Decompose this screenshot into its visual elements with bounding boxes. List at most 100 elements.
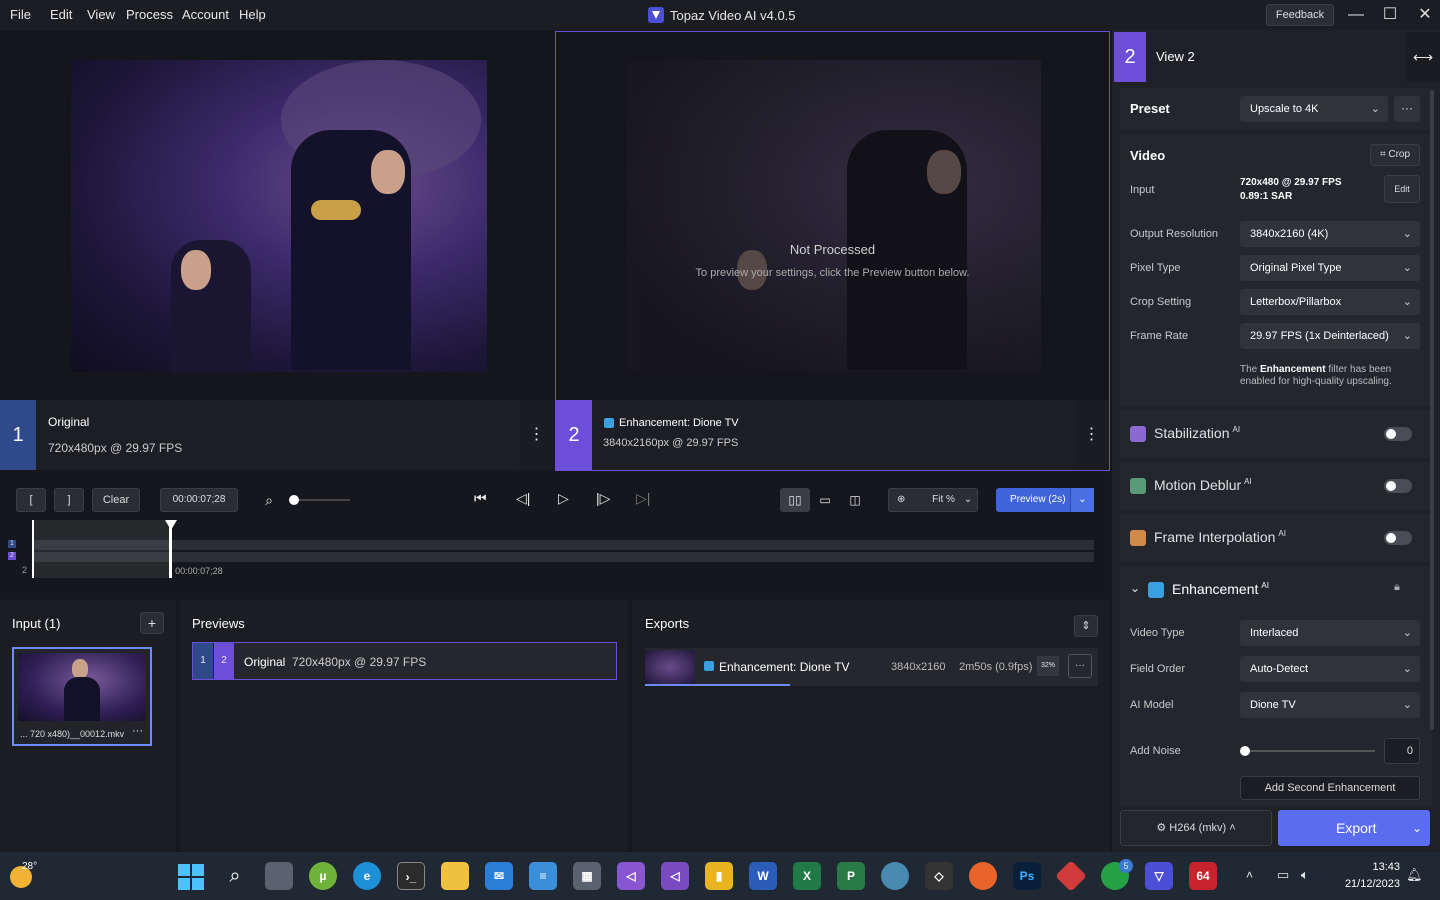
paint-icon[interactable] [881,862,909,890]
edge-icon[interactable]: e [353,862,381,890]
codec-button[interactable]: ⚙ H264 (mkv) ˄ [1120,810,1272,846]
step-back-icon[interactable]: ◁| [516,490,530,507]
menu-edit[interactable]: Edit [50,7,72,22]
motion-deblur-toggle[interactable] [1384,479,1412,493]
playhead-time: 00:00:07;28 [175,566,223,576]
close-icon[interactable]: ✕ [1413,5,1437,25]
crop-setting-dropdown[interactable]: Letterbox/Pillarbox ⌄ [1240,289,1420,315]
export-item[interactable]: Enhancement: Dione TV 3840x2160 2m50s (0… [645,648,1098,686]
clock-time[interactable]: 13:43 [1334,861,1400,873]
pixel-type-value: Original Pixel Type [1250,262,1342,274]
preview-item[interactable]: 1 2 Original 720x480px @ 29.97 FPS [192,642,617,680]
frame-rate-dropdown[interactable]: 29.97 FPS (1x Deinterlaced) ⌄ [1240,323,1420,349]
split-view-icon[interactable]: ◫ [842,488,868,512]
preview-options-chevron-icon[interactable]: ⌄ [1070,488,1094,512]
terminal-icon[interactable]: ›_ [397,862,425,890]
photoshop-icon[interactable]: Ps [1013,862,1041,890]
viewer1-menu-icon[interactable]: ⋮ [519,400,554,470]
preset-dropdown[interactable]: Upscale to 4K ⌄ [1240,96,1388,122]
edit-input-button[interactable]: Edit [1384,175,1420,203]
mark-in-button[interactable]: [ [16,488,46,512]
feedback-button[interactable]: Feedback [1266,4,1334,26]
calculator-icon[interactable]: ▦ [573,862,601,890]
export-options-chevron-icon[interactable]: ⌄ [1404,810,1430,846]
side-by-side-view-icon[interactable]: ▯▯ [780,488,810,512]
ai-model-dropdown[interactable]: Dione TV ⌄ [1240,692,1420,718]
zoom-slider[interactable] [294,499,350,501]
project-icon[interactable]: P [837,862,865,890]
pixel-type-dropdown[interactable]: Original Pixel Type ⌄ [1240,255,1420,281]
output-resolution-dropdown[interactable]: 3840x2160 (4K) ⌄ [1240,221,1420,247]
taskbar-search-icon[interactable]: ⌕ [221,862,249,890]
settings-panel: 2 View 2 ⟷ Preset Upscale to 4K ⌄ ··· Vid… [1112,30,1440,852]
output-resolution-value: 3840x2160 (4K) [1250,228,1329,240]
file-explorer-icon[interactable] [441,862,469,890]
zoom-dropdown[interactable]: ⊕ Fit % ⌄ [888,488,978,512]
windows-start-icon[interactable] [176,862,204,890]
utorrent-icon[interactable]: µ [309,862,337,890]
menu-view[interactable]: View [87,7,115,22]
step-forward-icon[interactable]: |▷ [596,490,610,507]
viewer2-menu-icon[interactable]: ⋮ [1074,400,1109,470]
firefox-icon[interactable] [969,862,997,890]
word-icon[interactable]: W [749,862,777,890]
input-thumbnail[interactable]: ... 720 x480)__00012.mkv ··· [12,647,152,746]
visual-studio-2-icon[interactable]: ◁ [661,862,689,890]
menu-account[interactable]: Account [182,7,229,22]
settings-scrollbar[interactable] [1430,90,1434,730]
track2-label: 2 [22,565,28,575]
input-more-icon[interactable]: ··· [132,725,143,737]
skip-start-icon[interactable]: ⏮ [474,490,487,507]
search-icon[interactable]: ⌕ [258,488,280,512]
export-button[interactable]: Export ⌄ [1278,810,1430,846]
add-noise-input[interactable]: 0 [1384,738,1420,764]
stabilization-toggle[interactable] [1384,427,1412,441]
add-noise-slider-knob[interactable] [1240,746,1250,756]
zoom-slider-knob[interactable] [289,495,299,505]
expand-panel-icon[interactable]: ⟷ [1406,32,1440,82]
minimize-icon[interactable]: — [1344,5,1368,25]
maximize-icon[interactable]: ☐ [1378,5,1402,25]
clock-date[interactable]: 21/12/2023 [1334,878,1400,890]
timecode-field[interactable]: 00:00:07;28 [160,488,238,512]
menu-help[interactable]: Help [239,7,266,22]
export-more-icon[interactable]: ··· [1068,654,1092,678]
add-input-button[interactable]: + [140,612,164,634]
single-view-icon[interactable]: ▭ [812,488,838,512]
notepad-icon[interactable]: ≡ [529,862,557,890]
field-order-dropdown[interactable]: Auto-Detect ⌄ [1240,656,1420,682]
network-icon[interactable]: ▭ [1277,867,1289,883]
mark-out-button[interactable]: ] [54,488,84,512]
sort-exports-icon[interactable]: ⇕ [1074,615,1098,637]
menu-process[interactable]: Process [126,7,173,22]
clear-button[interactable]: Clear [92,488,140,512]
add-second-enhancement-button[interactable]: Add Second Enhancement [1240,776,1420,800]
app-title-text: Topaz Video AI v4.0.5 [670,7,796,23]
preview-item-view2: 2 [214,643,234,679]
topaz-video-ai-taskbar-icon[interactable]: ▽ [1145,862,1173,890]
volume-icon[interactable]: 🔈︎ [1301,867,1309,883]
aida64-icon[interactable]: 64 [1189,862,1217,890]
tray-chevron-up-icon[interactable]: ˄ [1246,868,1253,882]
skip-end-icon[interactable]: ▷| [636,490,650,507]
video-type-dropdown[interactable]: Interlaced ⌄ [1240,620,1420,646]
menu-file[interactable]: File [10,7,31,22]
add-noise-slider[interactable] [1240,746,1375,756]
excel-icon[interactable]: X [793,862,821,890]
task-view-icon[interactable] [265,862,293,890]
mail-icon[interactable]: ✉ [485,862,513,890]
frame-interpolation-toggle[interactable] [1384,531,1412,545]
view-title: View 2 [1156,49,1195,64]
notification-bell-icon[interactable]: 🔔︎ [1406,867,1423,883]
play-icon[interactable]: ▷ [558,490,569,507]
crop-button[interactable]: ⌗ Crop [1370,144,1420,166]
topaz-photo-icon[interactable]: ◇ [925,862,953,890]
visual-studio-icon[interactable]: ◁ [617,862,645,890]
preview-button[interactable]: Preview (2s) ⌄ [996,488,1094,512]
power-bi-icon[interactable]: ▮ [705,862,733,890]
git-icon[interactable] [1055,860,1087,892]
timeline-selection-range[interactable] [32,520,172,578]
collapse-chevron-icon[interactable]: ⌄ [1130,581,1140,595]
enhancement-section: ⌄ Enhancement AI 🔒︎ Video Type Interlaced… [1120,566,1432,806]
preset-more-icon[interactable]: ··· [1394,96,1420,122]
